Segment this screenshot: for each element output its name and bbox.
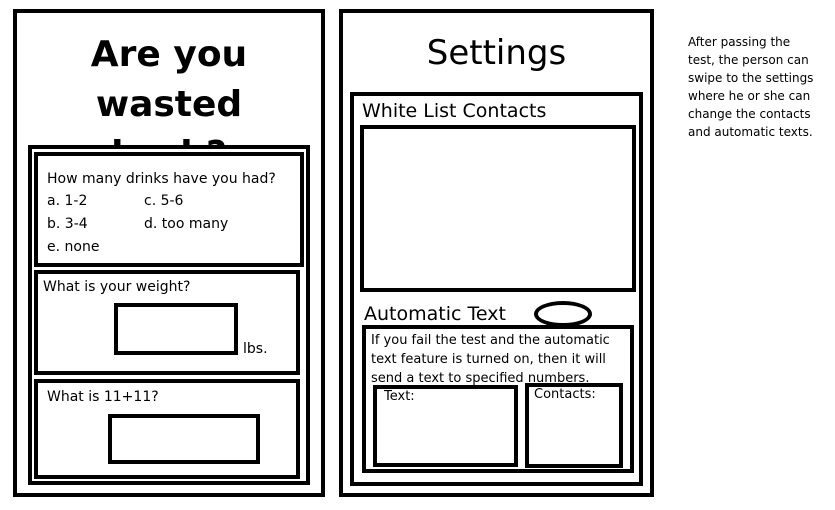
- text-label: Text:: [384, 389, 415, 404]
- contacts-label: Contacts:: [534, 387, 596, 402]
- drinks-question: How many drinks have you had?: [47, 171, 276, 187]
- auto-text-description: If you fail the test and the automatic t…: [371, 333, 610, 386]
- settings-title: Settings: [426, 33, 567, 73]
- whitelist-label: White List Contacts: [362, 100, 547, 122]
- weight-unit: lbs.: [243, 341, 268, 357]
- weight-question: What is your weight?: [43, 279, 191, 295]
- auto-text-label: Automatic Text: [364, 303, 506, 325]
- drinks-option-a[interactable]: a. 1-2: [47, 190, 87, 212]
- test-title-line1: Are you wasted: [90, 34, 248, 125]
- whitelist-contacts-box[interactable]: [360, 125, 636, 292]
- drinks-option-c[interactable]: c. 5-6: [144, 190, 183, 212]
- annotation-note: After passing the test, the person can s…: [688, 35, 814, 139]
- math-question: What is 11+11?: [47, 389, 159, 405]
- auto-text-toggle[interactable]: [534, 301, 592, 327]
- drinks-option-d[interactable]: d. too many: [144, 213, 228, 235]
- drinks-option-e[interactable]: e. none: [47, 236, 99, 258]
- drinks-option-b[interactable]: b. 3-4: [47, 213, 88, 235]
- math-answer-input[interactable]: [108, 414, 260, 464]
- weight-input[interactable]: [114, 303, 238, 355]
